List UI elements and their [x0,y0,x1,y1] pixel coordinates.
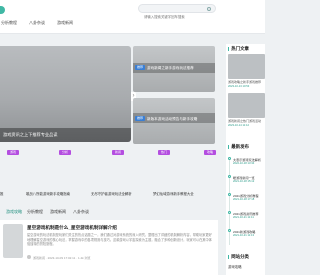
timeline-dot [228,229,231,232]
recommend-badge: 推荐 [135,116,145,121]
search-icon[interactable] [207,6,211,11]
featured-slide[interactable]: 游戏资讯之上下推荐专业品读 [0,46,131,142]
header: 分析教程 八卦杂谈 游戏新闻 [0,0,265,34]
section-title-latest: 最新发布 [228,144,249,150]
timeline-dot [228,193,231,196]
headline-link[interactable]: 无尽守护者游戏玩法全解析 [91,191,132,196]
category-pill[interactable]: 攻略 [204,150,216,155]
tab-gossip[interactable]: 八卦杂谈 [73,209,89,215]
nav-item-gossip[interactable]: 八卦杂谈 [29,20,45,26]
headline-link[interactable]: 推 [0,191,3,196]
article-title[interactable]: 星空游戏机制是什么_星空游戏机制详解介绍 [27,225,117,231]
hot-article-date: 2023-10-13 10:53 [228,85,250,88]
card-title: 游戏新闻之新手游戏玩法推荐 [147,65,194,70]
hot-article-title[interactable]: 游戏攻略之新手游戏推荐 [228,80,261,84]
search-box [138,4,216,21]
section-title-hot: 热门文章 [228,46,249,52]
nav-item-analysis[interactable]: 分析教程 [1,20,17,26]
category-link[interactable]: 游戏攻略 [228,264,242,269]
timeline-dot [228,211,231,214]
side-featured-card[interactable]: 推荐 游戏新闻之新手游戏玩法推荐 [133,46,215,92]
hot-article-title[interactable]: 游戏新闻之热门游戏活动 [228,119,261,123]
tab-news[interactable]: 游戏新闻 [50,209,66,215]
side-featured-card[interactable]: 推荐 新版本游戏活动预告与新手攻略 [133,98,215,144]
card-title: 新版本游戏活动预告与新手攻略 [147,116,198,121]
article-card[interactable]: 星空游戏机制是什么_星空游戏机制详解介绍 星空游戏的玩法机制是玩家们关注的热点话… [0,220,218,275]
article-meta: 游戏新闻 · 2023-10-09 17:02:11 · 1.4k 浏览 [33,256,91,260]
author-avatar [27,255,31,259]
latest-post-date: 2021-10-18 15:12 [233,180,255,183]
article-tabs: 游戏攻略 分析教程 游戏新闻 八卦杂谈 [0,209,220,219]
category-pill[interactable]: 新闻 [112,150,124,155]
latest-post-date: 2021-10-21 11:11 [233,216,254,219]
section-title-categories: 网站分类 [228,254,249,260]
search-input[interactable] [139,13,215,21]
article-thumbnail[interactable] [3,224,23,258]
recommend-badge: 推荐 [135,65,145,70]
site-logo[interactable] [0,6,5,14]
article-summary: 星空游戏的玩法机制是玩家们关注的热点话题之一，我们通过对游戏系统的深入研究，整理… [27,233,212,247]
hot-article-thumbnail[interactable] [228,93,265,118]
slide-caption: 游戏资讯之上下推荐专业品读 [0,128,131,142]
latest-post-date: 2021-10-18 17:18 [233,198,255,201]
category-pill[interactable]: 分析 [59,150,71,155]
timeline-dot [228,175,231,178]
right-sidebar: 热门文章 游戏攻略之新手游戏推荐 2023-10-13 10:53 游戏新闻之热… [226,44,265,275]
hot-article-thumbnail[interactable] [228,54,265,79]
timeline-dot [228,157,231,160]
latest-post-date: 2022-10-18 13:34 [233,162,255,165]
nav-item-news[interactable]: 游戏新闻 [57,20,73,26]
main-nav: 分析教程 八卦杂谈 游戏新闻 [0,20,73,26]
category-pill[interactable]: 热门 [158,150,170,155]
tab-guides[interactable]: 游戏攻略 [6,209,22,215]
latest-post-date: 2021-10-21 11:13 [233,234,255,237]
headline-link[interactable]: 梦幻仙域游戏新手教程大全 [153,191,194,196]
headline-link[interactable]: 敢战八所能游戏新手攻略指南 [26,191,70,196]
hot-article-date: 2023-10-14 11:12 [228,124,250,127]
tab-analysis[interactable]: 分析教程 [27,209,43,215]
category-pill[interactable]: 游戏 [7,150,19,155]
